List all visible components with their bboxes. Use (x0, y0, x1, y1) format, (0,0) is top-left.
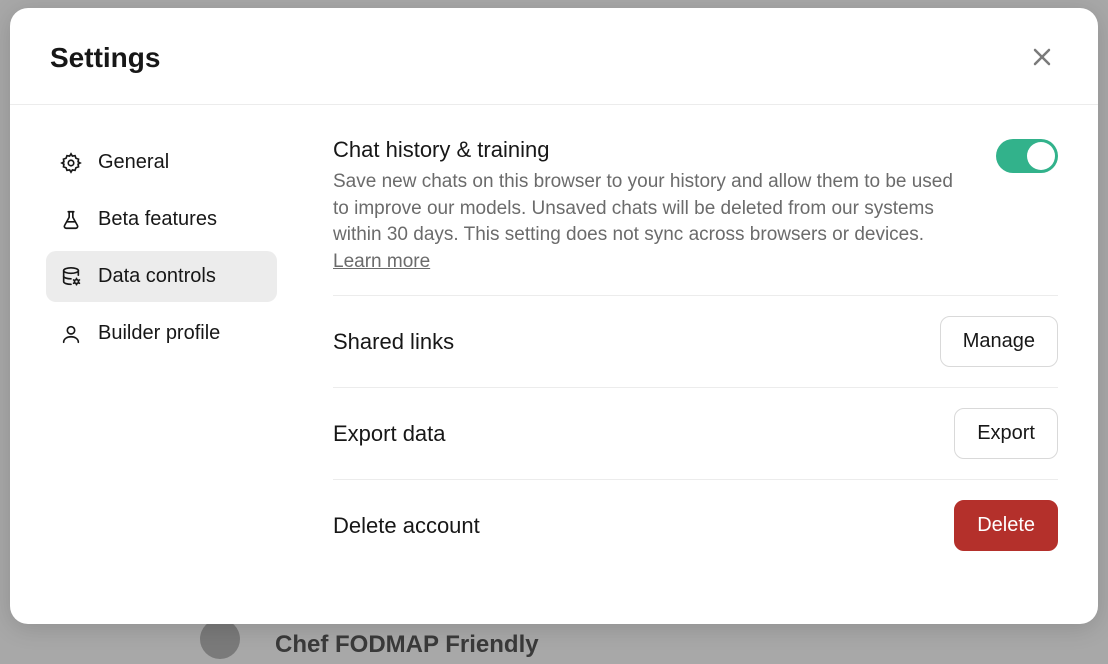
setting-title: Chat history & training (333, 137, 972, 163)
backdrop-avatar (200, 619, 240, 659)
setting-text-block: Chat history & training Save new chats o… (333, 137, 972, 275)
setting-delete-account: Delete account Delete (333, 480, 1058, 571)
settings-sidebar: General Beta features (10, 105, 305, 624)
sidebar-item-label: General (98, 151, 169, 174)
settings-content: Chat history & training Save new chats o… (305, 105, 1098, 624)
setting-shared-links: Shared links Manage (333, 296, 1058, 388)
sidebar-item-builder-profile[interactable]: Builder profile (46, 308, 277, 359)
setting-chat-history: Chat history & training Save new chats o… (333, 137, 1058, 296)
modal-body: General Beta features (10, 105, 1098, 624)
setting-text-block: Delete account (333, 513, 930, 539)
sidebar-item-label: Builder profile (98, 322, 220, 345)
sidebar-item-data-controls[interactable]: Data controls (46, 251, 277, 302)
setting-text-block: Shared links (333, 329, 916, 355)
person-icon (60, 323, 82, 345)
flask-icon (60, 209, 82, 231)
sidebar-item-label: Beta features (98, 208, 217, 231)
gear-icon (60, 152, 82, 174)
setting-text-block: Export data (333, 421, 930, 447)
setting-description: Save new chats on this browser to your h… (333, 169, 972, 275)
setting-export-data: Export data Export (333, 388, 1058, 480)
close-button[interactable] (1026, 42, 1058, 74)
setting-title: Export data (333, 421, 930, 447)
modal-header: Settings (10, 8, 1098, 105)
backdrop-text: Chef FODMAP Friendly (275, 631, 539, 659)
toggle-knob (1027, 142, 1055, 170)
setting-description-text: Save new chats on this browser to your h… (333, 171, 953, 245)
chat-history-toggle[interactable] (996, 139, 1058, 173)
settings-modal: Settings General (10, 8, 1098, 624)
database-gear-icon (60, 266, 82, 288)
learn-more-link[interactable]: Learn more (333, 251, 430, 272)
modal-title: Settings (50, 42, 160, 74)
setting-title: Shared links (333, 329, 916, 355)
sidebar-item-beta-features[interactable]: Beta features (46, 194, 277, 245)
close-icon (1031, 46, 1053, 71)
sidebar-item-label: Data controls (98, 265, 216, 288)
sidebar-item-general[interactable]: General (46, 137, 277, 188)
delete-button[interactable]: Delete (954, 500, 1058, 551)
manage-button[interactable]: Manage (940, 316, 1058, 367)
export-button[interactable]: Export (954, 408, 1058, 459)
setting-title: Delete account (333, 513, 930, 539)
